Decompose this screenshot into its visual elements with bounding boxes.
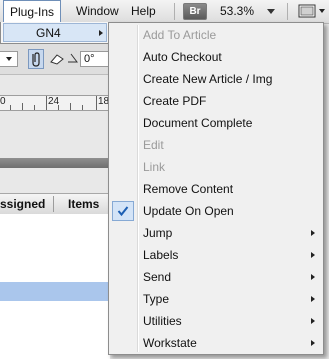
column-header-items[interactable]: Items: [68, 194, 99, 214]
menu-item-type[interactable]: Type: [111, 288, 321, 310]
ruler-tick: [22, 103, 23, 110]
menu-bar: Plug-Ins Window Help Br 53.3%: [0, 0, 329, 24]
ruler-tick: [10, 105, 11, 110]
menu-item-label: Workstate: [143, 336, 197, 350]
chevron-down-icon: [6, 57, 12, 61]
menu-item-utilities[interactable]: Utilities: [111, 310, 321, 332]
menu-item-create-pdf[interactable]: Create PDF: [111, 90, 321, 112]
menu-separator: [287, 3, 288, 20]
horizontal-ruler: 0 24 18: [0, 95, 110, 111]
menu-item-label: Labels: [143, 248, 179, 262]
menu-help[interactable]: Help: [125, 0, 162, 23]
submenu-arrow-icon: [311, 340, 315, 346]
screen-mode-button[interactable]: [297, 2, 327, 20]
paperclip-icon[interactable]: [28, 49, 44, 69]
submenu-arrow-icon: [311, 230, 315, 236]
menu-item-jump[interactable]: Jump: [111, 222, 321, 244]
ruler-label: 0: [0, 96, 6, 107]
plug-ins-menu: GN4: [0, 22, 110, 44]
angle-field[interactable]: 0°: [80, 51, 110, 67]
column-header-assigned[interactable]: ssigned: [0, 194, 45, 214]
menu-item-auto-checkout[interactable]: Auto Checkout: [111, 46, 321, 68]
submenu-arrow-icon: [311, 296, 315, 302]
menu-item-label: Link: [143, 160, 166, 174]
menu-item-label: Create PDF: [143, 94, 207, 108]
column-divider[interactable]: [53, 196, 54, 212]
menu-separator: [174, 3, 175, 20]
angle-icon: [68, 53, 78, 63]
menu-item-remove-content[interactable]: Remove Content: [111, 178, 321, 200]
menu-item-label: Create New Article / Img: [143, 72, 273, 86]
menu-item-workstate[interactable]: Workstate: [111, 332, 321, 354]
menu-item-label: Auto Checkout: [143, 50, 222, 64]
control-toolbar: 0°: [0, 44, 110, 75]
menu-item-document-complete[interactable]: Document Complete: [111, 112, 321, 134]
menu-item-add-to-article[interactable]: Add To Article: [111, 24, 321, 46]
panel-column-headers: ssigned Items: [0, 193, 110, 215]
ruler-tick: [46, 96, 47, 110]
menu-item-link[interactable]: Link: [111, 156, 321, 178]
menu-item-label: Add To Article: [143, 28, 217, 42]
menu-item-label: Edit: [143, 138, 164, 152]
menu-item-label: GN4: [36, 26, 61, 40]
menu-plug-ins[interactable]: Plug-Ins: [3, 0, 62, 22]
menu-item-label: Document Complete: [143, 116, 253, 130]
submenu-arrow-icon: [311, 318, 315, 324]
gn4-dropdown-menu: Add To Article Auto Checkout Create New …: [108, 22, 324, 355]
submenu-arrow-icon: [311, 252, 315, 258]
dropdown-field[interactable]: [0, 51, 18, 67]
menu-item-label: Send: [143, 270, 172, 284]
menu-item-labels[interactable]: Labels: [111, 244, 321, 266]
ruler-tick: [82, 105, 83, 110]
menu-item-update-on-open[interactable]: Update On Open: [111, 200, 321, 222]
table-row-selected[interactable]: [0, 282, 110, 301]
screen-mode-icon: [298, 4, 325, 18]
ruler-tick: [70, 103, 71, 110]
menu-item-label: Utilities: [143, 314, 182, 328]
checkmark-icon: [117, 206, 129, 217]
menu-item-label: Update On Open: [143, 204, 234, 218]
eraser-icon[interactable]: [49, 53, 65, 65]
submenu-arrow-icon: [311, 274, 315, 280]
menu-item-label: Remove Content: [143, 182, 234, 196]
menu-item-label: Jump: [143, 226, 173, 240]
menu-item-create-new-article[interactable]: Create New Article / Img: [111, 68, 321, 90]
menu-item-edit[interactable]: Edit: [111, 134, 321, 156]
submenu-arrow-icon: [99, 30, 103, 36]
menu-item-gn4[interactable]: GN4: [3, 23, 107, 42]
ruler-tick: [34, 105, 35, 110]
menu-item-send[interactable]: Send: [111, 266, 321, 288]
menu-window[interactable]: Window: [70, 0, 125, 23]
zoom-dropdown-icon[interactable]: [267, 9, 275, 14]
ruler-tick: [96, 96, 97, 110]
ruler-tick: [58, 105, 59, 110]
zoom-level[interactable]: 53.3%: [220, 0, 254, 23]
menu-item-label: Type: [143, 292, 170, 306]
panel-title-bar: [0, 158, 110, 168]
bridge-button[interactable]: Br: [183, 3, 207, 20]
